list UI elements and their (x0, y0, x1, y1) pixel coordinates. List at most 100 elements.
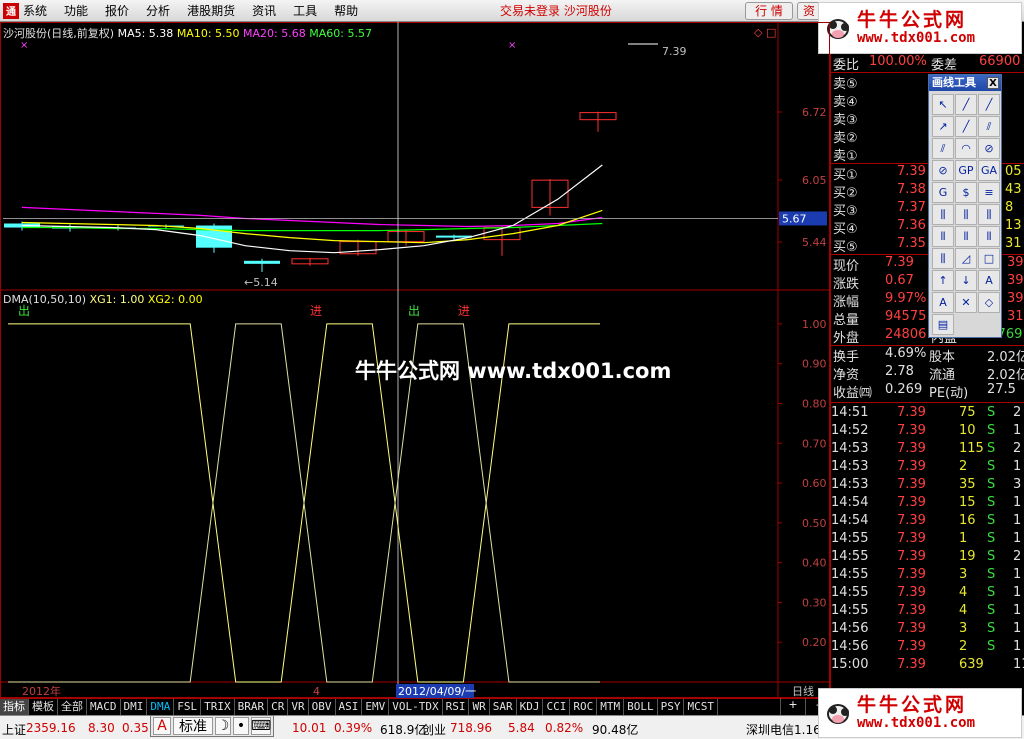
menu-analysis[interactable]: 分析 (146, 2, 170, 19)
stock-title: 沙河股份(日线,前复权) (3, 27, 115, 40)
tab-macd[interactable]: MACD (87, 699, 121, 715)
draw-tool-26-icon[interactable]: A (978, 270, 1000, 291)
tick-row: 14:55 7.39 4 S 1 (831, 585, 1022, 600)
draw-tool-10-icon[interactable]: GP (955, 160, 977, 181)
moon-icon[interactable]: ☽ (215, 717, 231, 735)
indicator-axis-label: 0.20 (802, 636, 827, 649)
tab-obv[interactable]: OBV (309, 699, 336, 715)
draw-tool-8-icon[interactable]: ⊘ (978, 138, 1000, 159)
sz-pct: 0.39% (334, 721, 373, 735)
draw-tool-13-icon[interactable]: $ (955, 182, 977, 203)
tab-dmi[interactable]: DMI (121, 699, 148, 715)
menu-tools[interactable]: 工具 (293, 2, 317, 19)
keyboard-icon[interactable]: ⌨ (251, 717, 271, 735)
draw-tool-28-icon[interactable]: ✕ (955, 292, 977, 313)
menu-hk-futures[interactable]: 港股期货 (187, 2, 235, 19)
draw-tool-27-icon[interactable]: A (932, 292, 954, 313)
tab-mcst[interactable]: MCST (684, 699, 718, 715)
tab-sar[interactable]: SAR (490, 699, 517, 715)
text-mark-button[interactable]: A (153, 717, 171, 735)
draw-tool-20-icon[interactable]: ⦀ (978, 226, 1000, 247)
drawing-tools-palette[interactable]: 画线工具 X ↖ ╱ ╱ ↗ ╱ ⫽ ⫽ ◠ ⊘ ⊘ GP GA G $ ≡ ⫼ ⫼ ⫼ ⦀ ⦀ ⦀ ⫼ ◿ □ ↑ ↓ A A ✕ ◇ ▤ (928, 74, 1002, 338)
tab-asi[interactable]: ASI (336, 699, 363, 715)
quote-button[interactable]: 行 情 (745, 2, 793, 20)
app-logo-icon[interactable]: 通 (3, 2, 19, 19)
diamond-icon: ◇ (754, 26, 763, 39)
standard-button[interactable]: 标准 (173, 717, 213, 735)
draw-tool-29-icon[interactable]: ◇ (978, 292, 1000, 313)
indicator-axis-label: 0.40 (802, 557, 827, 570)
draw-tool-19-icon[interactable]: ⦀ (955, 226, 977, 247)
dot-icon[interactable]: • (233, 717, 249, 735)
draw-tool-30-icon[interactable]: ▤ (932, 314, 954, 335)
draw-tool-2-icon[interactable]: ╱ (978, 94, 1000, 115)
menu-function[interactable]: 功能 (64, 2, 88, 19)
input-toolbox[interactable]: A 标准 ☽ • ⌨ (150, 715, 274, 737)
draw-tool-6-icon[interactable]: ⫽ (932, 138, 954, 159)
sh-change: 8.30 (88, 721, 115, 735)
draw-tool-21-icon[interactable]: ⫼ (932, 248, 954, 269)
tab-mtm[interactable]: MTM (597, 699, 625, 715)
tab-dma[interactable]: DMA (147, 699, 175, 715)
draw-tool-22-icon[interactable]: ◿ (955, 248, 977, 269)
draw-tool-11-icon[interactable]: GA (978, 160, 1000, 181)
draw-tool-23-icon[interactable]: □ (978, 248, 1000, 269)
draw-tool-0-icon[interactable]: ↖ (932, 94, 954, 115)
ma10-line (21, 209, 603, 244)
tab-wr[interactable]: WR (469, 699, 490, 715)
draw-tool-7-icon[interactable]: ◠ (955, 138, 977, 159)
draw-tool-15-icon[interactable]: ⫼ (932, 204, 954, 225)
server-status[interactable]: 深圳电信1.16 (746, 721, 821, 738)
draw-tool-4-icon[interactable]: ╱ (955, 116, 977, 137)
draw-tool-1-icon[interactable]: ╱ (955, 94, 977, 115)
cy-label: 创业 (422, 723, 447, 737)
cy-amount: 90.48亿 (592, 723, 639, 737)
draw-tool-25-icon[interactable]: ↓ (955, 270, 977, 291)
tab-cci[interactable]: CCI (543, 699, 571, 715)
draw-tool-17-icon[interactable]: ⫼ (978, 204, 1000, 225)
tab-全部[interactable]: 全部 (58, 699, 87, 715)
indicator-axis-label: 0.30 (802, 596, 827, 609)
indicator-tabs: 指标 模板 全部 MACD DMI DMA FSL TRIX BRAR CR VR OBV ASI EMV… (0, 698, 830, 715)
tick-row: 14:53 7.39 35 S 3 (831, 477, 1022, 492)
tab-fsl[interactable]: FSL (174, 699, 202, 715)
draw-tool-24-icon[interactable]: ↑ (932, 270, 954, 291)
banner-brand: 牛牛公式网 (857, 8, 968, 31)
tab-kdj[interactable]: KDJ (517, 699, 544, 715)
tab-boll[interactable]: BOLL (624, 699, 658, 715)
menu-news[interactable]: 资讯 (252, 2, 276, 19)
tab-vr[interactable]: VR (288, 699, 309, 715)
banner-url: www.tdx001.com (857, 29, 976, 46)
draw-tool-3-icon[interactable]: ↗ (932, 116, 954, 137)
menu-quote[interactable]: 报价 (105, 2, 129, 19)
indicator-axis-label: 0.90 (802, 358, 827, 371)
tab-brar[interactable]: BRAR (235, 699, 269, 715)
tab-rsi[interactable]: RSI (443, 699, 470, 715)
entrust-ratio-row: 委比 100.00% 委差 66900 (833, 54, 1021, 73)
high-price-label: 7.39 (662, 45, 687, 58)
tab-trix[interactable]: TRIX (201, 699, 235, 715)
tab-psy[interactable]: PSY (658, 699, 685, 715)
draw-tool-14-icon[interactable]: ≡ (978, 182, 1000, 203)
cy-pct: 0.82% (545, 721, 584, 735)
draw-tool-5-icon[interactable]: ⫽ (978, 116, 1000, 137)
tab-cr[interactable]: CR (268, 699, 289, 715)
close-icon[interactable]: X (987, 77, 999, 89)
draw-tool-18-icon[interactable]: ⦀ (932, 226, 954, 247)
menu-system[interactable]: 系统 (23, 2, 47, 19)
draw-tool-9-icon[interactable]: ⊘ (932, 160, 954, 181)
tab-指标[interactable]: 指标 (0, 699, 29, 715)
draw-tool-16-icon[interactable]: ⫼ (955, 204, 977, 225)
tab-模板[interactable]: 模板 (29, 699, 58, 715)
banner-url: www.tdx001.com (857, 714, 976, 731)
draw-tool-12-icon[interactable]: G (932, 182, 954, 203)
tab-emv[interactable]: EMV (362, 699, 390, 715)
zoom-in-button[interactable]: + (780, 698, 805, 715)
menu-help[interactable]: 帮助 (334, 2, 358, 19)
signal-in-label: 进 (310, 304, 322, 318)
tick-row: 14:55 7.39 19 S 2 (831, 549, 1022, 564)
low-price-label: ←5.14 (244, 276, 278, 289)
drawtools-title: 画线工具 X (929, 75, 1001, 91)
tab-roc[interactable]: ROC (570, 699, 598, 715)
tab-vol-tdx[interactable]: VOL-TDX (389, 699, 443, 715)
